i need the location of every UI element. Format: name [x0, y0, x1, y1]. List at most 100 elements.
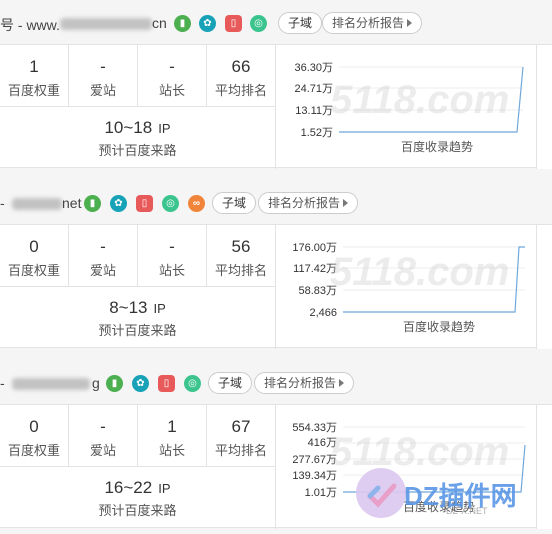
rank-report-label: 排名分析报告 [268, 196, 341, 210]
chart-bars-icon[interactable]: ▮ [84, 195, 101, 212]
site-title[interactable]: - [0, 375, 5, 391]
metric-avg-rank: 67 平均排名 [207, 405, 276, 467]
metric-value: - [100, 417, 106, 436]
metric-label: 站长 [158, 83, 185, 98]
metric-baidu-weight: 0 百度权重 [0, 405, 69, 467]
y-tick: 1.52万 [301, 127, 333, 139]
metric-value: - [100, 57, 106, 76]
rank-report-button[interactable]: 排名分析报告 [258, 192, 359, 214]
subdomain-button[interactable]: 子域 [278, 12, 323, 34]
blurred-domain [12, 198, 62, 210]
subdomain-button[interactable]: 子域 [212, 192, 257, 214]
metric-aizhan: - 爱站 [69, 405, 138, 467]
traffic-label: 预计百度来路 [98, 503, 177, 518]
paw-icon[interactable]: ✿ [199, 15, 216, 32]
metric-label: 爱站 [89, 83, 116, 98]
metric-value: 0 [29, 237, 39, 256]
metric-label: 站长 [158, 443, 185, 458]
search-circle-icon[interactable]: ◎ [184, 375, 201, 392]
dz-watermark: DZ插件网 DZ-X.NET [356, 468, 552, 518]
traffic-unit: IP [158, 481, 171, 496]
y-tick: 2,466 [309, 307, 337, 319]
site-title-suffix: net [62, 195, 82, 211]
metric-avg-rank: 56 平均排名 [207, 225, 276, 287]
mobile-icon[interactable]: ▯ [225, 15, 242, 32]
metric-label: 百度权重 [7, 83, 60, 98]
chart-caption: 百度收录趋势 [403, 319, 475, 334]
play-triangle-icon [343, 199, 349, 207]
traffic-unit: IP [153, 301, 166, 316]
metric-label: 百度权重 [7, 263, 60, 278]
search-circle-icon[interactable]: ◎ [250, 15, 267, 32]
card-edge [536, 225, 552, 349]
blurred-domain [60, 18, 152, 30]
rank-report-button[interactable]: 排名分析报告 [322, 12, 423, 34]
site-title[interactable]: 号 - www. [0, 15, 60, 35]
site-header: - net ▮ ✿ ▯ ◎ ∞ 子域 排名分析报告 [0, 188, 552, 218]
metric-value: 66 [231, 57, 251, 76]
metric-value: 1 [167, 417, 177, 436]
baidu-traffic: 8~13 IP 预计百度来路 [0, 287, 276, 349]
site-watermark: 5118.com [330, 250, 510, 294]
metric-zhanzhang: 1 站长 [138, 405, 207, 467]
site-header: 号 - www. cn ▮ ✿ ▯ ◎ 子域 排名分析报告 [0, 8, 552, 38]
metric-value: 0 [29, 417, 39, 436]
metric-label: 平均排名 [214, 83, 267, 98]
baidu-traffic: 10~18 IP 预计百度来路 [0, 107, 276, 169]
chart-caption: 百度收录趋势 [401, 139, 473, 154]
play-triangle-icon [407, 19, 413, 27]
play-triangle-icon [339, 379, 345, 387]
traffic-unit: IP [158, 121, 171, 136]
rank-report-label: 排名分析报告 [332, 16, 405, 30]
metric-value: 56 [231, 237, 251, 256]
rank-report-label: 排名分析报告 [264, 376, 337, 390]
metric-avg-rank: 66 平均排名 [207, 45, 276, 107]
metric-label: 百度权重 [7, 443, 60, 458]
paw-icon[interactable]: ✿ [132, 375, 149, 392]
metric-label: 平均排名 [214, 443, 267, 458]
site-title-suffix: g [92, 375, 100, 391]
metric-label: 爱站 [89, 443, 116, 458]
metric-zhanzhang: - 站长 [138, 225, 207, 287]
y-tick: 36.30万 [294, 62, 333, 74]
blurred-domain [12, 378, 90, 390]
traffic-value: 16~22 [104, 478, 153, 497]
metric-value: - [169, 57, 175, 76]
metric-label: 站长 [158, 263, 185, 278]
site-title[interactable]: - [0, 195, 5, 211]
chart-bars-icon[interactable]: ▮ [106, 375, 123, 392]
traffic-label: 预计百度来路 [98, 323, 177, 338]
metric-label: 爱站 [89, 263, 116, 278]
chart-bars-icon[interactable]: ▮ [174, 15, 191, 32]
metric-baidu-weight: 1 百度权重 [0, 45, 69, 107]
link-icon[interactable]: ∞ [188, 195, 205, 212]
metric-value: 1 [29, 57, 39, 76]
metric-value: - [100, 237, 106, 256]
paw-icon[interactable]: ✿ [110, 195, 127, 212]
baidu-traffic: 16~22 IP 预计百度来路 [0, 467, 276, 529]
rank-report-button[interactable]: 排名分析报告 [254, 372, 355, 394]
metric-baidu-weight: 0 百度权重 [0, 225, 69, 287]
search-circle-icon[interactable]: ◎ [162, 195, 179, 212]
dz-watermark-sub: DZ-X.NET [446, 506, 488, 516]
site-watermark: 5118.com [330, 78, 510, 122]
metric-zhanzhang: - 站长 [138, 45, 207, 107]
dz-logo-icon [356, 468, 406, 518]
y-tick: 1.01万 [305, 487, 337, 499]
card-edge [536, 45, 552, 169]
mobile-icon[interactable]: ▯ [136, 195, 153, 212]
y-tick: 24.71万 [294, 83, 333, 95]
subdomain-button[interactable]: 子域 [208, 372, 253, 394]
traffic-value: 10~18 [104, 118, 153, 137]
metric-value: 67 [231, 417, 251, 436]
traffic-value: 8~13 [109, 298, 148, 317]
metric-aizhan: - 爱站 [69, 225, 138, 287]
traffic-label: 预计百度来路 [98, 143, 177, 158]
mobile-icon[interactable]: ▯ [158, 375, 175, 392]
metric-value: - [169, 237, 175, 256]
y-tick: 13.11万 [295, 105, 333, 117]
metric-label: 平均排名 [214, 263, 267, 278]
metric-aizhan: - 爱站 [69, 45, 138, 107]
site-header: - g ▮ ✿ ▯ ◎ 子域 排名分析报告 [0, 368, 552, 398]
site-title-suffix: cn [152, 15, 167, 31]
